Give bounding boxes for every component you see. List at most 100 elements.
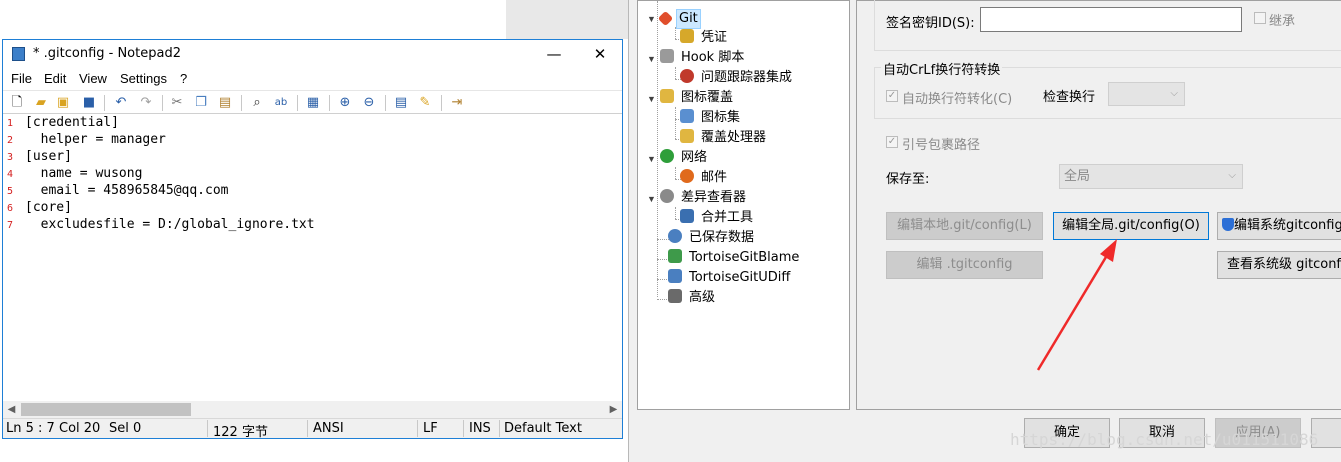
tree-item-blame[interactable]: TortoiseGitBlame <box>668 249 801 267</box>
tree-item-network[interactable]: 网络 <box>660 149 709 167</box>
save-to-select[interactable]: 全局 ⌵ <box>1059 164 1243 189</box>
maximize-button[interactable] <box>532 40 578 68</box>
inherit-checkbox[interactable] <box>1254 12 1266 24</box>
chevron-down-icon[interactable]: ▼ <box>647 154 656 164</box>
check-newline-select[interactable]: ⌵ <box>1108 82 1185 106</box>
cut-icon[interactable]: ✂ <box>169 95 185 111</box>
new-file-icon[interactable]: 🗋 <box>9 95 25 111</box>
code-line[interactable]: [core] <box>25 200 72 215</box>
code-line[interactable]: excludesfile = D:/global_ignore.txt <box>25 217 315 232</box>
inherit-label: 继承 <box>1269 14 1296 29</box>
merge-icon <box>680 209 694 223</box>
customize-scheme-icon[interactable]: ✎ <box>417 95 433 111</box>
notepad-toolbar: 🗋 ▰ ▣ ■ ↶ ↷ ✂ ❐ ▤ ⌕ ab ▦ ⊕ ⊖ ▤ ✎ ⇥ <box>3 90 622 114</box>
menu-help[interactable]: ? <box>180 71 187 86</box>
status-position: Ln 5 : 7 <box>6 421 55 436</box>
save-to-value: 全局 <box>1064 168 1091 183</box>
signing-key-input[interactable] <box>980 7 1242 32</box>
menu-file[interactable]: File <box>11 71 32 86</box>
edit-system-config-button[interactable]: 编辑系统gitconfig <box>1217 212 1341 240</box>
autocrlf-checkbox[interactable]: ✓ <box>886 90 898 102</box>
redo-icon[interactable]: ↷ <box>138 95 154 111</box>
tree-item-issue-tracker[interactable]: 问题跟踪器集成 <box>680 69 794 87</box>
status-insert-mode[interactable]: INS <box>469 421 491 436</box>
find-icon[interactable]: ⌕ <box>249 95 265 111</box>
settings-dialog: ▼ ▼ ▼ ▼ ▼ Git 凭证 Hook 脚本 问题跟踪器集成 图标覆盖 图标… <box>628 0 1341 462</box>
tree-item-saved-data[interactable]: 已保存数据 <box>668 229 756 247</box>
status-scheme[interactable]: Default Text <box>504 421 582 436</box>
chevron-down-icon: ⌵ <box>1170 88 1178 99</box>
tree-item-git[interactable]: Git <box>657 9 701 29</box>
quote-path-label: 引号包裹路径 <box>902 138 981 153</box>
menu-settings[interactable]: Settings <box>120 71 167 86</box>
status-eol[interactable]: LF <box>423 421 438 436</box>
code-line[interactable]: helper = manager <box>25 132 166 147</box>
zoom-in-icon[interactable]: ⊕ <box>337 95 353 111</box>
chevron-down-icon[interactable]: ▼ <box>647 54 656 64</box>
tree-item-udiff[interactable]: TortoiseGitUDiff <box>668 269 792 287</box>
tree-item-merge-tool[interactable]: 合并工具 <box>680 209 755 227</box>
code-line[interactable]: email = 458965845@qq.com <box>25 183 229 198</box>
code-line[interactable]: [user] <box>25 149 72 164</box>
browse-icon[interactable]: ▣ <box>55 95 71 111</box>
tree-item-advanced[interactable]: 高级 <box>668 289 717 307</box>
horizontal-scrollbar[interactable]: ◀ ▶ <box>3 401 622 418</box>
line-number: 2 <box>7 135 14 146</box>
close-button[interactable]: ✕ <box>577 40 623 68</box>
gear-icon <box>668 229 682 243</box>
status-bar: Ln 5 : 7 Col 20 Sel 0 122 字节 ANSI LF INS… <box>3 418 622 440</box>
scroll-right-icon[interactable]: ▶ <box>605 401 622 418</box>
overlay-handler-icon <box>680 129 694 143</box>
code-line[interactable]: name = wusong <box>25 166 143 181</box>
magnifier-icon <box>660 189 674 203</box>
line-number: 1 <box>7 118 14 129</box>
scheme-icon[interactable]: ▤ <box>393 95 409 111</box>
notepad-editor[interactable]: 1 [credential] 2 helper = manager 3 [use… <box>3 114 622 401</box>
edit-global-config-button[interactable]: 编辑全局.git/config(O) <box>1053 212 1209 240</box>
chevron-down-icon[interactable]: ▼ <box>647 14 656 24</box>
folder-overlay-icon <box>660 89 674 103</box>
status-encoding[interactable]: ANSI <box>313 421 344 436</box>
tree-item-icon-overlays[interactable]: 图标覆盖 <box>660 89 735 107</box>
email-icon <box>680 169 694 183</box>
undo-icon[interactable]: ↶ <box>113 95 129 111</box>
notepad-menu-bar: File Edit View Settings ? <box>3 68 622 90</box>
notepad-app-icon <box>12 47 25 61</box>
quote-path-checkbox[interactable]: ✓ <box>886 136 898 148</box>
status-selection: Sel 0 <box>109 421 142 436</box>
zoom-out-icon[interactable]: ⊖ <box>361 95 377 111</box>
globe-icon <box>660 149 674 163</box>
edit-local-config-button[interactable]: 编辑本地.git/config(L) <box>886 212 1043 240</box>
signing-key-label: 签名密钥ID(S): <box>886 16 975 31</box>
shield-icon <box>1222 218 1234 231</box>
scrollbar-thumb[interactable] <box>21 403 191 416</box>
line-number: 6 <box>7 203 14 214</box>
replace-icon[interactable]: ab <box>273 95 289 111</box>
chevron-down-icon[interactable]: ▼ <box>647 94 656 104</box>
open-folder-icon[interactable]: ▰ <box>33 95 49 111</box>
tree-item-credentials[interactable]: 凭证 <box>680 29 729 47</box>
chevron-down-icon[interactable]: ▼ <box>647 194 656 204</box>
menu-edit[interactable]: Edit <box>44 71 66 86</box>
paste-icon[interactable]: ▤ <box>217 95 233 111</box>
edit-tgitconfig-button[interactable]: 编辑 .tgitconfig <box>886 251 1043 279</box>
line-number: 7 <box>7 220 14 231</box>
tree-item-hook-scripts[interactable]: Hook 脚本 <box>660 49 746 67</box>
tree-item-diff-viewer[interactable]: 差异查看器 <box>660 189 748 207</box>
save-icon[interactable]: ■ <box>81 95 97 111</box>
line-number: 5 <box>7 186 14 197</box>
tree-item-icon-set[interactable]: 图标集 <box>680 109 742 127</box>
bug-icon <box>680 69 694 83</box>
menu-view[interactable]: View <box>79 71 107 86</box>
copy-icon[interactable]: ❐ <box>193 95 209 111</box>
settings-tree[interactable]: ▼ ▼ ▼ ▼ ▼ Git 凭证 Hook 脚本 问题跟踪器集成 图标覆盖 图标… <box>637 0 850 410</box>
tree-item-overlay-handlers[interactable]: 覆盖处理器 <box>680 129 768 147</box>
tree-item-email[interactable]: 邮件 <box>680 169 729 187</box>
exit-icon[interactable]: ⇥ <box>449 95 465 111</box>
view-system-config-button[interactable]: 查看系统级 gitconfig <box>1217 251 1341 279</box>
code-line[interactable]: [credential] <box>25 115 119 130</box>
scroll-left-icon[interactable]: ◀ <box>3 401 20 418</box>
autocrlf-group-title: 自动CrLf换行符转换 <box>881 59 1003 78</box>
notepad-title-bar[interactable]: * .gitconfig - Notepad2 — ✕ <box>3 40 622 68</box>
wrap-icon[interactable]: ▦ <box>305 95 321 111</box>
